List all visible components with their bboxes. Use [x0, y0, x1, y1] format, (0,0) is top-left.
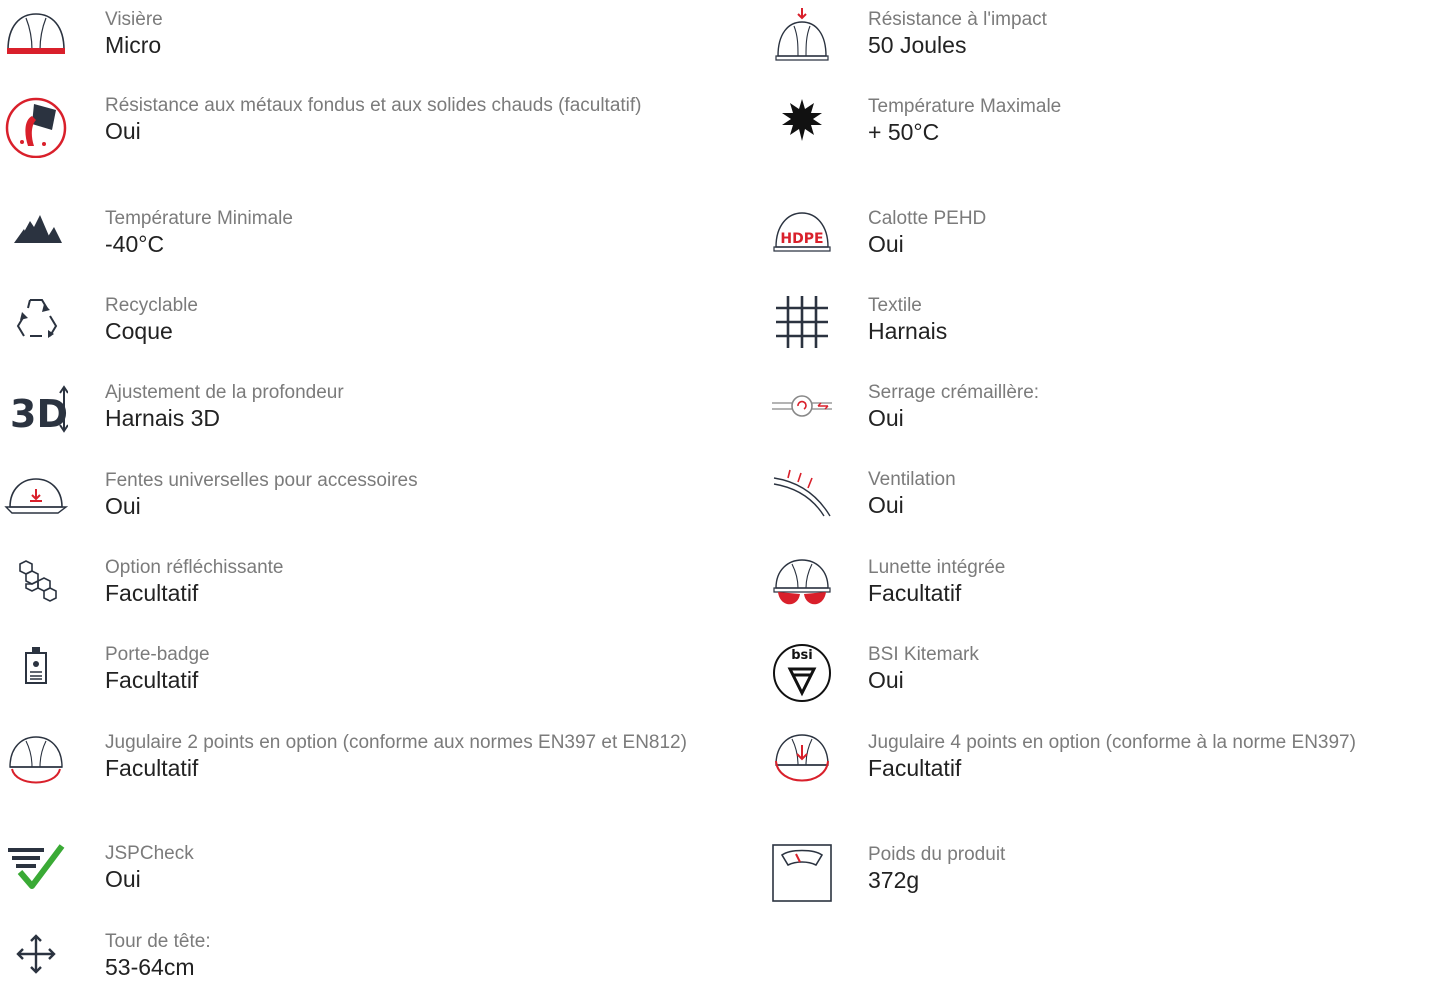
- helmet-slot-icon: [4, 478, 68, 514]
- recycle-icon: [16, 299, 58, 338]
- feature-slots: Fentes universelles pour accessoires Oui: [0, 469, 418, 533]
- feature-chinstrap-2: Jugulaire 2 points en option (conforme a…: [0, 731, 705, 795]
- feature-value: Oui: [868, 492, 904, 518]
- scale-icon: [772, 844, 832, 902]
- feature-value: Micro: [105, 32, 162, 58]
- hexagons-icon: [19, 560, 57, 602]
- feature-value: 372g: [868, 867, 920, 893]
- feature-value: 53-64cm: [105, 954, 195, 980]
- feature-label: Résistance aux métaux fondus et aux soli…: [105, 95, 642, 116]
- feature-value: Oui: [868, 667, 904, 693]
- jspcheck-icon: [8, 844, 65, 889]
- helmet-chinstrap-2-icon: [9, 736, 63, 784]
- feature-value: Oui: [105, 866, 141, 892]
- feature-textile: Textile Harnais: [766, 294, 947, 358]
- feature-reflective: Option réfléchissante Facultatif: [0, 556, 284, 620]
- bsi-kitemark-icon: bsi: [773, 644, 831, 702]
- helmet-chinstrap-4-icon: [775, 734, 829, 782]
- feature-label: BSI Kitemark: [868, 644, 979, 665]
- feature-value: Oui: [105, 118, 141, 144]
- feature-max-temp: Température Maximale + 50°C: [766, 95, 1061, 159]
- feature-value: Oui: [868, 231, 904, 257]
- helmet-glasses-icon: [773, 559, 831, 605]
- feature-ventilation: Ventilation Oui: [766, 468, 956, 532]
- feature-value: Facultatif: [105, 755, 199, 781]
- feature-value: Coque: [105, 318, 173, 344]
- feature-value: + 50°C: [868, 119, 940, 145]
- ratchet-icon: [772, 395, 832, 417]
- feature-label: Température Minimale: [105, 208, 293, 229]
- feature-label: JSPCheck: [105, 843, 194, 864]
- feature-label: Porte-badge: [105, 644, 210, 665]
- feature-label: Option réfléchissante: [105, 557, 284, 578]
- ventilation-icon: [773, 469, 831, 517]
- feature-ratchet: Serrage crémaillère: Oui: [766, 381, 1039, 445]
- feature-recyclable: Recyclable Coque: [0, 294, 198, 358]
- feature-label: Jugulaire 2 points en option (conforme a…: [105, 732, 687, 753]
- helmet-visor-icon: [7, 13, 65, 54]
- mountains-icon: [14, 215, 62, 243]
- feature-impact: Résistance à l'impact 50 Joules: [766, 8, 1047, 72]
- helmet-impact-icon: [775, 8, 829, 61]
- feature-label: Ventilation: [868, 469, 956, 490]
- move-arrows-icon: [16, 934, 56, 974]
- feature-label: Poids du produit: [868, 844, 1006, 865]
- molten-metal-icon: [5, 97, 67, 158]
- feature-chinstrap-4: Jugulaire 4 points en option (conforme à…: [766, 731, 1356, 795]
- feature-head-size: Tour de tête: 53-64cm: [0, 930, 211, 994]
- feature-value: Harnais: [868, 318, 948, 344]
- feature-weight: Poids du produit 372g: [766, 843, 1005, 907]
- feature-label: Visière: [105, 9, 163, 30]
- feature-label: Calotte PEHD: [868, 208, 987, 229]
- feature-min-temp: Température Minimale -40°C: [0, 207, 293, 271]
- feature-jspcheck: JSPCheck Oui: [0, 842, 194, 906]
- feature-visor: Visière Micro: [0, 8, 163, 72]
- feature-label: Serrage crémaillère:: [868, 382, 1040, 403]
- feature-label: Textile: [868, 295, 922, 316]
- feature-glasses: Lunette intégrée Facultatif: [766, 556, 1005, 620]
- feature-value: -40°C: [105, 231, 165, 257]
- feature-badge-holder: Porte-badge Facultatif: [0, 643, 210, 707]
- feature-value: Facultatif: [105, 667, 199, 693]
- feature-value: Facultatif: [868, 755, 962, 781]
- feature-molten-metal: Résistance aux métaux fondus et aux soli…: [0, 94, 665, 158]
- feature-label: Fentes universelles pour accessoires: [105, 470, 418, 491]
- feature-label: Tour de tête:: [105, 931, 211, 952]
- feature-value: Facultatif: [868, 580, 962, 606]
- svg-text:3D: 3D: [10, 392, 68, 436]
- feature-kitemark: bsi BSI Kitemark Oui: [766, 643, 979, 707]
- 3d-depth-icon: 3D: [10, 385, 68, 436]
- feature-value: Oui: [105, 493, 141, 519]
- feature-label: Jugulaire 4 points en option (conforme à…: [868, 732, 1356, 753]
- feature-label: Ajustement de la profondeur: [105, 382, 344, 403]
- feature-value: Oui: [868, 405, 904, 431]
- hdpe-icon-text: HDPE: [780, 231, 823, 247]
- feature-label: Lunette intégrée: [868, 557, 1006, 578]
- feature-depth: 3D Ajustement de la profondeur Harnais 3D: [0, 381, 344, 445]
- feature-hdpe: HDPE Calotte PEHD Oui: [766, 207, 986, 271]
- textile-icon: [776, 296, 828, 348]
- hdpe-helmet-icon: HDPE: [773, 212, 831, 252]
- feature-value: Harnais 3D: [105, 405, 221, 431]
- feature-label: Température Maximale: [868, 96, 1062, 117]
- feature-label: Recyclable: [105, 295, 198, 316]
- feature-value: 50 Joules: [868, 32, 967, 58]
- badge-holder-icon: [25, 647, 47, 684]
- bsi-icon-text: bsi: [791, 648, 813, 663]
- feature-value: Facultatif: [105, 580, 199, 606]
- feature-label: Résistance à l'impact: [868, 9, 1047, 30]
- sun-icon: [782, 99, 822, 141]
